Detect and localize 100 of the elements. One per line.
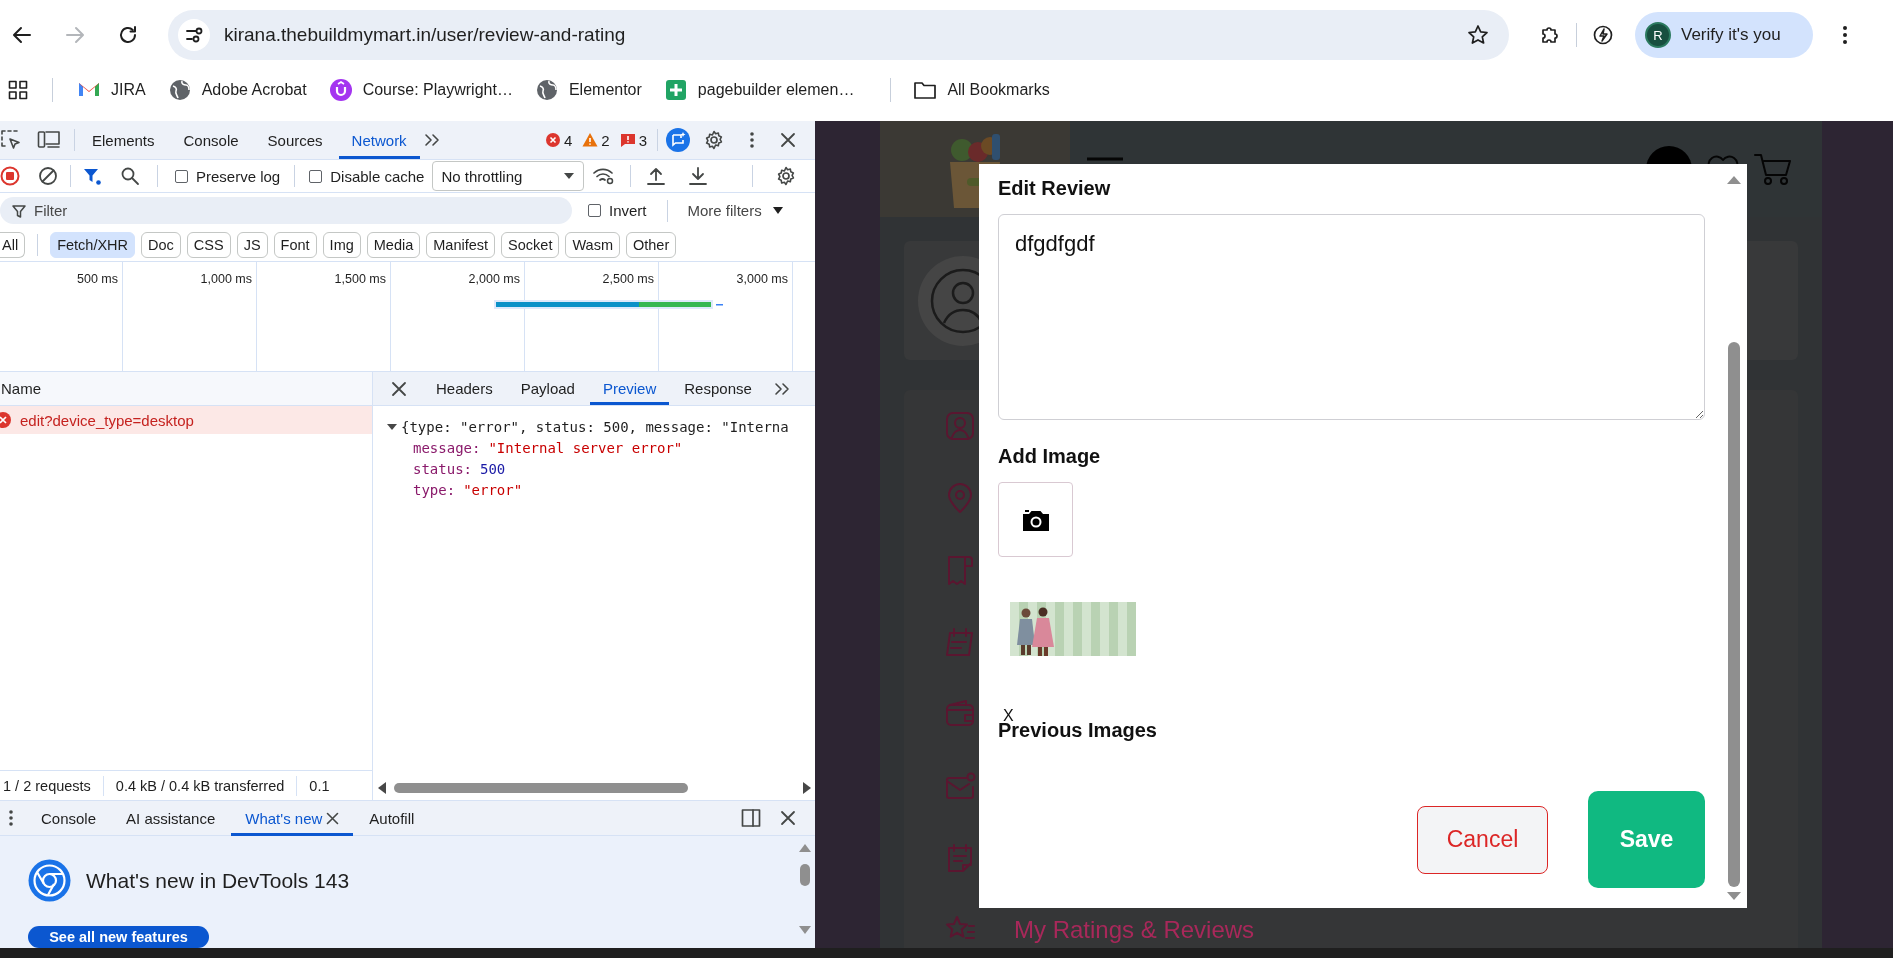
bookmark[interactable]: JIRA [77, 78, 146, 102]
close-icon[interactable] [326, 811, 340, 825]
cancel-button[interactable]: Cancel [1417, 805, 1548, 874]
profile-button[interactable]: R Verify it's you [1635, 12, 1813, 58]
add-image-button[interactable] [998, 482, 1073, 557]
drawer-tab[interactable]: Autofill [355, 800, 429, 836]
bookmark[interactable]: pagebuilder elemen… [663, 78, 855, 102]
globe-icon [534, 78, 559, 102]
course-icon [328, 78, 353, 102]
error-counter[interactable]: 4 [544, 131, 573, 149]
type-filter[interactable]: Socket [501, 231, 560, 258]
globe-icon [167, 78, 192, 102]
search-icon[interactable] [120, 166, 140, 186]
type-filter[interactable]: Doc [141, 231, 181, 258]
more-tabs-icon [422, 132, 441, 148]
detail-tab[interactable]: Preview [589, 372, 670, 405]
bookmark[interactable]: Course: Playwright… [328, 78, 513, 102]
mail-icon [944, 770, 976, 802]
avatar: R [1645, 22, 1671, 48]
download-icon[interactable] [689, 166, 708, 186]
time-tick-label: 1,000 ms [200, 272, 252, 286]
site-settings-icon[interactable] [178, 19, 210, 51]
bookmark[interactable]: All Bookmarks [913, 79, 1050, 101]
upload-icon[interactable] [647, 166, 666, 186]
settings-icon[interactable] [775, 165, 797, 187]
warning-counter[interactable]: 2 [582, 131, 610, 149]
close-icon[interactable] [779, 131, 797, 149]
bookmark[interactable]: Elementor [534, 78, 642, 102]
request-row[interactable]: edit?device_type=desktop [0, 406, 372, 434]
status-text: 0.1 [309, 777, 330, 794]
time-tick-label: 3,000 ms [736, 272, 788, 286]
record-icon[interactable] [0, 166, 20, 186]
checkbox[interactable] [588, 204, 601, 217]
assistant-icon[interactable] [666, 128, 690, 152]
checkbox[interactable] [309, 169, 323, 183]
more-icon[interactable] [8, 809, 14, 827]
type-filter[interactable]: Fetch/XHR [50, 231, 136, 258]
remove-image-button[interactable]: X [1003, 708, 1014, 724]
performance-icon[interactable] [1591, 23, 1615, 47]
property-key: status: [413, 460, 472, 477]
throttling-select[interactable]: No throttling [432, 161, 585, 191]
filter-field[interactable]: Filter [0, 197, 572, 224]
column-header: Name [1, 380, 41, 397]
calendar-icon [944, 626, 976, 658]
checkbox-label: Disable cache [330, 167, 425, 185]
see-features-button[interactable]: See all new features [28, 926, 209, 948]
close-icon[interactable] [391, 380, 407, 397]
panel-tab[interactable]: Elements [79, 121, 168, 159]
clear-icon[interactable] [38, 166, 58, 186]
device-icon [37, 129, 61, 151]
time-tick-label: 500 ms [77, 272, 118, 286]
url-text: kirana.thebuildmymart.in/user/review-and-rating [224, 24, 626, 46]
bookmark[interactable]: Adobe Acrobat [167, 78, 307, 102]
settings-icon[interactable] [703, 129, 725, 151]
property-key: type: [413, 481, 456, 498]
type-filter[interactable]: Img [322, 231, 361, 258]
panel-tab[interactable]: Sources [254, 121, 336, 159]
time-tick-label: 1,500 ms [334, 272, 386, 286]
detail-tab[interactable]: Payload [507, 372, 588, 405]
inspect-icon [0, 129, 22, 151]
more-filters-dropdown[interactable]: More filters [687, 202, 784, 219]
time-tick-label: 2,000 ms [468, 272, 520, 286]
review-field[interactable]: dfgdfgdf [998, 214, 1705, 420]
checkbox[interactable] [175, 169, 188, 183]
type-filter[interactable]: All [0, 231, 26, 258]
checkbox-label: Invert [609, 202, 647, 219]
camera-icon [1021, 507, 1050, 532]
type-filter[interactable]: JS [236, 231, 268, 258]
type-filter[interactable]: CSS [186, 231, 231, 258]
type-filter[interactable]: Font [273, 231, 317, 258]
expand-triangle-icon[interactable] [387, 421, 397, 432]
section-label: Add Image [998, 444, 1101, 468]
address-bar[interactable]: kirana.thebuildmymart.in/user/review-and-rating [168, 10, 1509, 60]
detail-tab[interactable]: Response [671, 372, 765, 405]
more-icon[interactable] [1842, 24, 1848, 46]
status-text: 0.4 kB / 0.4 kB transferred [115, 777, 285, 794]
detail-tab[interactable]: Headers [423, 372, 506, 405]
type-filter[interactable]: Other [626, 231, 677, 258]
caret-icon [563, 172, 576, 180]
type-filter[interactable]: Media [366, 231, 421, 258]
type-filter[interactable]: Manifest [426, 231, 496, 258]
more-tabs-icon[interactable] [772, 380, 791, 397]
issue-icon [619, 132, 636, 148]
more-icon[interactable] [749, 131, 755, 149]
dock-icon[interactable] [741, 808, 761, 828]
logo-icon [28, 859, 71, 902]
issue-counter[interactable]: 3 [619, 131, 647, 149]
dialog-title: Edit Review [998, 176, 1111, 200]
star-icon[interactable] [1467, 24, 1489, 46]
apps-icon[interactable] [8, 80, 28, 100]
folder-icon [913, 79, 938, 101]
preview-summary: {type: "error", status: 500, message: "Interna [401, 418, 789, 435]
panel-tab[interactable]: Network [338, 121, 420, 159]
drawer-tab[interactable]: AI assistance [112, 800, 230, 836]
filter-icon[interactable] [83, 167, 101, 185]
property-value: 500 [480, 460, 506, 477]
panel-tab[interactable]: Console [170, 121, 252, 159]
close-icon[interactable] [779, 809, 797, 827]
type-filter[interactable]: Wasm [565, 231, 620, 258]
drawer-tab[interactable]: Console [27, 800, 111, 836]
